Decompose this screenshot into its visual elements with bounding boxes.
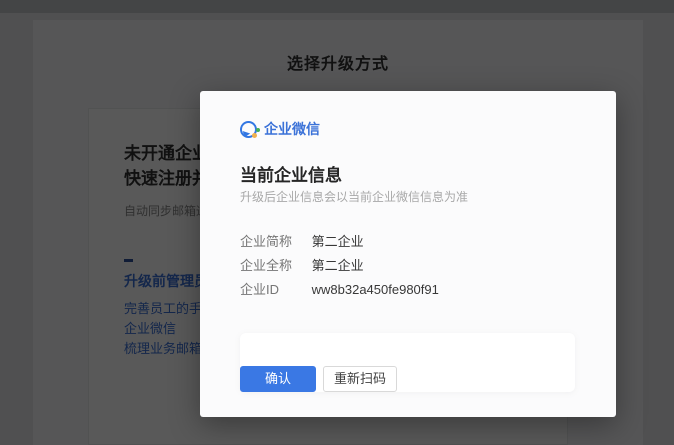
rescan-button[interactable]: 重新扫码 xyxy=(323,366,397,392)
wecom-bubble-icon xyxy=(239,120,260,142)
field-row-short-name: 企业简称 第二企业 xyxy=(240,233,439,250)
dialog-actions: 确认 重新扫码 xyxy=(240,366,397,392)
field-value: 第二企业 xyxy=(311,234,364,249)
confirm-button[interactable]: 确认 xyxy=(240,366,316,392)
field-row-full-name: 企业全称 第二企业 xyxy=(240,257,439,274)
enterprise-fields: 企业简称 第二企业 企业全称 第二企业 企业ID ww8b32a450fe980… xyxy=(240,233,439,305)
dialog-title: 当前企业信息 xyxy=(240,166,342,185)
field-label: 企业ID xyxy=(240,282,280,297)
screen: 选择升级方式 未开通企业 快速注册并 自动同步邮箱通 升级前管理员需 完善员工的… xyxy=(0,0,674,445)
field-value: ww8b32a450fe980f91 xyxy=(311,282,439,297)
enterprise-info-dialog: 企业微信 当前企业信息 升级后企业信息会以当前企业微信信息为准 企业简称 第二企… xyxy=(200,91,616,417)
wecom-brand: 企业微信 xyxy=(239,119,320,142)
brand-name: 企业微信 xyxy=(264,121,320,137)
field-row-corp-id: 企业ID ww8b32a450fe980f91 xyxy=(240,281,439,298)
dialog-subtitle: 升级后企业信息会以当前企业微信信息为准 xyxy=(240,190,469,204)
field-value: 第二企业 xyxy=(311,258,364,273)
field-label: 企业简称 xyxy=(240,234,293,249)
field-label: 企业全称 xyxy=(240,258,293,273)
